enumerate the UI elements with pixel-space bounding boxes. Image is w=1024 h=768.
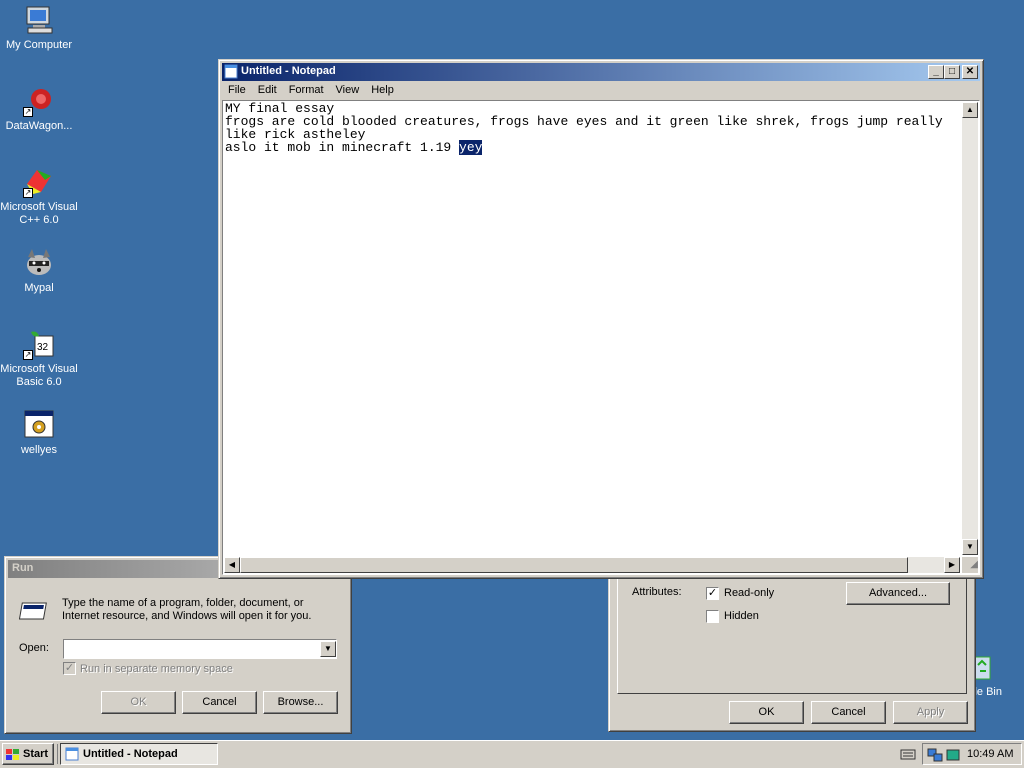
scroll-left-icon[interactable]: ◀ bbox=[224, 557, 240, 573]
menu-bar: File Edit Format View Help bbox=[222, 82, 400, 99]
desktop-icon-visual-basic[interactable]: 32 ↗ Microsoft Visual Basic 6.0 bbox=[0, 328, 78, 389]
desktop-icon-label: Microsoft Visual Basic 6.0 bbox=[0, 363, 78, 388]
desktop-icon-label: wellyes bbox=[20, 444, 58, 456]
start-button[interactable]: Start bbox=[2, 743, 54, 765]
editor-text[interactable]: MY final essay frogs are cold blooded cr… bbox=[225, 102, 959, 554]
mypal-raccoon-icon bbox=[23, 247, 55, 279]
notepad-titlebar[interactable]: Untitled - Notepad _ □ ✕ bbox=[222, 63, 980, 81]
advanced-button[interactable]: Advanced... bbox=[846, 582, 950, 605]
tray-app-icon[interactable] bbox=[945, 747, 961, 763]
run-browse-button[interactable]: Browse... bbox=[263, 691, 338, 714]
program-window-icon bbox=[23, 409, 55, 441]
resize-grip-icon[interactable]: ◢ bbox=[962, 557, 978, 573]
run-ok-button[interactable]: OK bbox=[101, 691, 176, 714]
notepad-title: Untitled - Notepad bbox=[241, 65, 336, 77]
clock[interactable]: 10:49 AM bbox=[967, 748, 1013, 760]
minimize-button[interactable]: _ bbox=[928, 65, 944, 79]
taskbar: Start Untitled - Notepad 10:49 AM bbox=[0, 740, 1024, 768]
hidden-checkbox[interactable] bbox=[706, 610, 719, 623]
desktop-icon-my-computer[interactable]: My Computer bbox=[0, 4, 78, 52]
run-program-icon bbox=[18, 599, 51, 623]
my-computer-icon bbox=[23, 4, 55, 36]
open-label: Open: bbox=[19, 642, 49, 654]
desktop-icon-label: Mypal bbox=[24, 282, 54, 294]
desktop-icon-label: Microsoft Visual C++ 6.0 bbox=[0, 201, 78, 226]
menu-edit[interactable]: Edit bbox=[252, 82, 283, 99]
open-combobox[interactable]: ▼ bbox=[63, 639, 337, 659]
readonly-label: Read-only bbox=[724, 587, 775, 599]
close-button[interactable]: ✕ bbox=[962, 65, 978, 79]
hidden-label: Hidden bbox=[724, 610, 759, 622]
separate-memory-label: Run in separate memory space bbox=[80, 663, 233, 675]
notepad-window: Untitled - Notepad _ □ ✕ File Edit Format V… bbox=[218, 59, 984, 579]
run-description: Type the name of a program, folder, docu… bbox=[62, 597, 312, 622]
run-dialog: Run Type the name of a program, folder, … bbox=[4, 556, 352, 734]
vertical-scrollbar[interactable]: ▲ ▼ bbox=[962, 102, 978, 555]
scroll-right-icon[interactable]: ▶ bbox=[944, 557, 960, 573]
shortcut-arrow-icon: ↗ bbox=[23, 107, 33, 117]
horizontal-scrollbar[interactable]: ◀ ▶ bbox=[224, 557, 960, 573]
taskbar-task-notepad[interactable]: Untitled - Notepad bbox=[60, 743, 218, 765]
desktop-icon-wellyes[interactable]: wellyes bbox=[0, 409, 78, 457]
keyboard-icon[interactable] bbox=[900, 747, 916, 761]
menu-view[interactable]: View bbox=[330, 82, 366, 99]
scroll-down-icon[interactable]: ▼ bbox=[962, 539, 978, 555]
dropdown-arrow-icon[interactable]: ▼ bbox=[320, 641, 336, 657]
shortcut-arrow-icon: ↗ bbox=[23, 188, 33, 198]
text-editor-area[interactable]: MY final essay frogs are cold blooded cr… bbox=[222, 100, 980, 575]
run-cancel-button[interactable]: Cancel bbox=[182, 691, 257, 714]
properties-cancel-button[interactable]: Cancel bbox=[811, 701, 886, 724]
start-label: Start bbox=[23, 748, 49, 760]
maximize-button[interactable]: □ bbox=[944, 65, 960, 79]
task-label: Untitled - Notepad bbox=[83, 748, 178, 760]
datawagon-icon: ↗ bbox=[23, 85, 55, 117]
windows-logo-icon bbox=[6, 748, 20, 760]
system-tray: 10:49 AM bbox=[922, 743, 1022, 765]
selected-text: yey bbox=[459, 140, 483, 155]
separate-memory-checkbox[interactable]: ✓ bbox=[63, 662, 76, 675]
desktop-icon-visual-cpp[interactable]: ↗ Microsoft Visual C++ 6.0 bbox=[0, 166, 78, 227]
desktop-icon-label: DataWagon... bbox=[5, 120, 73, 132]
properties-apply-button[interactable]: Apply bbox=[893, 701, 968, 724]
run-title: Run bbox=[12, 562, 34, 574]
horizontal-scroll-thumb[interactable] bbox=[240, 557, 908, 573]
desktop-icon-datawagon[interactable]: ↗ DataWagon... bbox=[0, 85, 78, 133]
svg-text:32: 32 bbox=[37, 342, 49, 353]
essay-text: MY final essay frogs are cold blooded cr… bbox=[225, 101, 943, 155]
menu-format[interactable]: Format bbox=[283, 82, 330, 99]
network-icon[interactable] bbox=[927, 747, 943, 763]
shortcut-arrow-icon: ↗ bbox=[23, 350, 33, 360]
notepad-task-icon bbox=[65, 747, 79, 761]
desktop-icon-label: My Computer bbox=[5, 39, 73, 51]
properties-tab-panel: Attributes: ✓ Read-only Hidden Advanced.… bbox=[617, 571, 967, 694]
attributes-label: Attributes: bbox=[632, 586, 682, 598]
menu-file[interactable]: File bbox=[222, 82, 252, 99]
readonly-checkbox[interactable]: ✓ bbox=[706, 587, 719, 600]
notepad-app-icon bbox=[224, 64, 238, 79]
scroll-up-icon[interactable]: ▲ bbox=[962, 102, 978, 118]
file-properties-dialog: Attributes: ✓ Read-only Hidden Advanced.… bbox=[608, 560, 976, 732]
visual-cpp-icon: ↗ bbox=[23, 166, 55, 198]
desktop-icon-mypal[interactable]: Mypal bbox=[0, 247, 78, 295]
visual-basic-icon: 32 ↗ bbox=[23, 328, 55, 360]
properties-ok-button[interactable]: OK bbox=[729, 701, 804, 724]
menu-help[interactable]: Help bbox=[365, 82, 400, 99]
